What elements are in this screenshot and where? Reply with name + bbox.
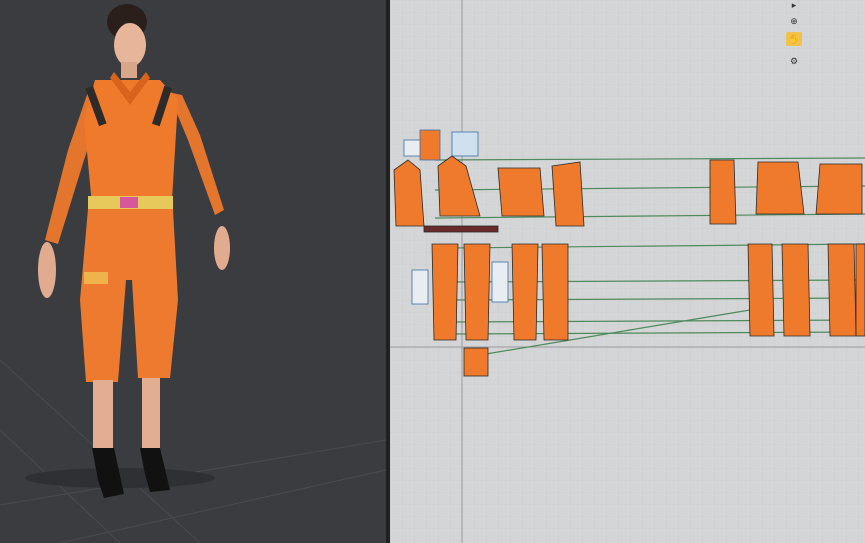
3d-viewport[interactable] (0, 0, 386, 543)
hand-pan-tool-icon[interactable]: ✋ (786, 32, 802, 46)
3d-scene (0, 4, 386, 543)
2d-pattern-canvas[interactable]: ▸ ⊕ ✋ ⚙ (390, 0, 865, 543)
app-window: ▸ ⊕ ✋ ⚙ (0, 0, 865, 543)
floor-grid (0, 359, 386, 543)
avatar[interactable] (38, 4, 230, 498)
2d-toolbar: ▸ ⊕ ✋ ⚙ (786, 0, 806, 70)
settings-tool-icon[interactable]: ⚙ (786, 54, 802, 68)
select-tool-icon[interactable]: ▸ (786, 0, 802, 12)
pattern-sheet (390, 0, 865, 543)
zoom-tool-icon[interactable]: ⊕ (786, 14, 802, 28)
